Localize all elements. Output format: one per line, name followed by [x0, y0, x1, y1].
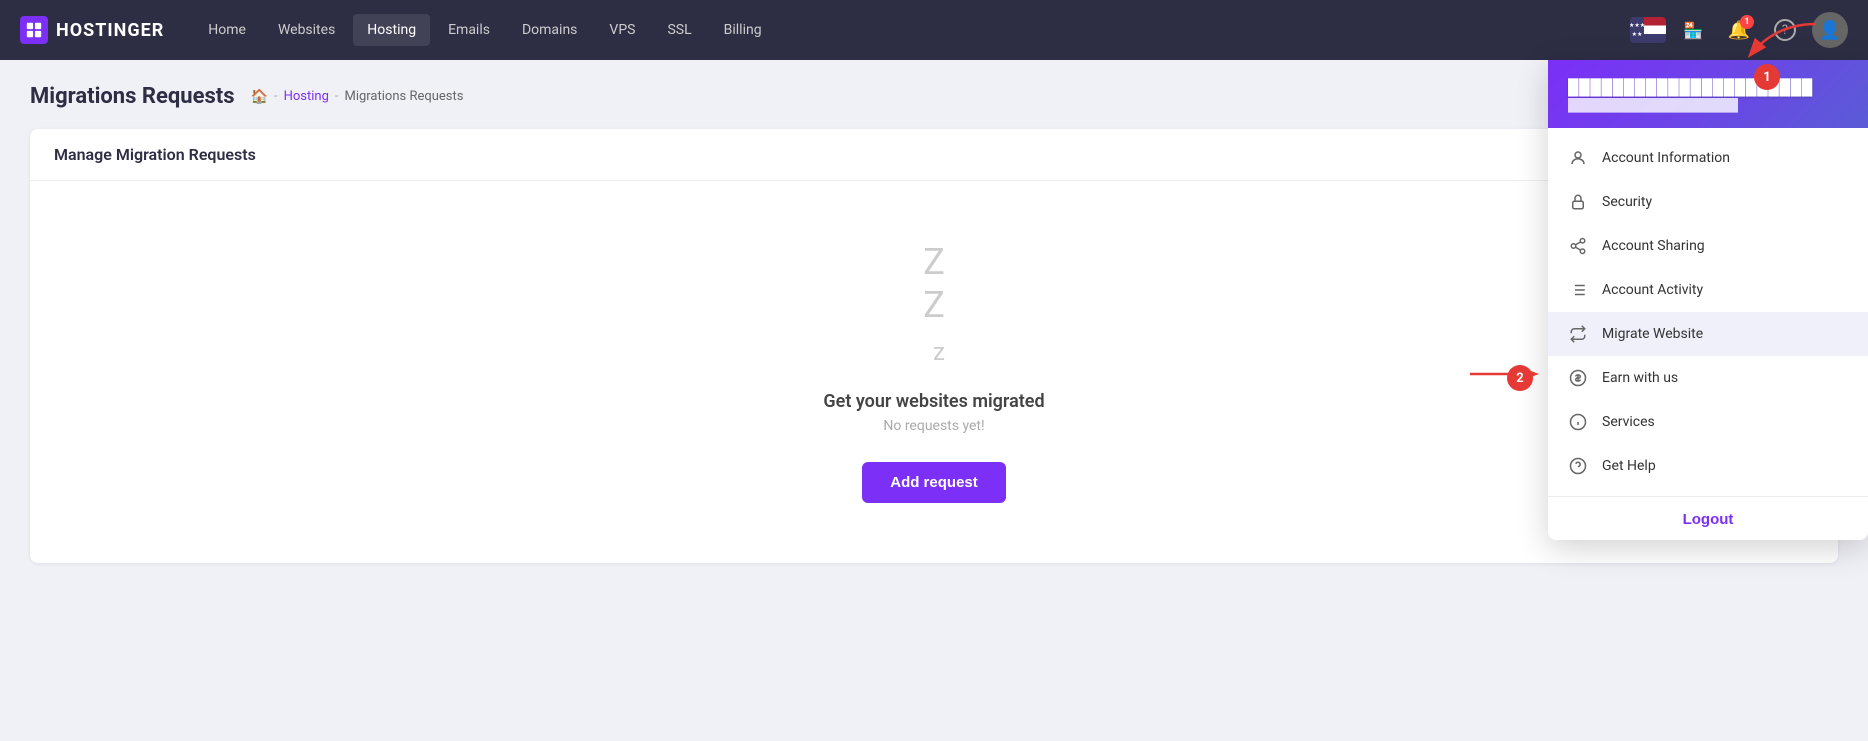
- breadcrumb-current: Migrations Requests: [344, 89, 463, 104]
- menu-item-account-activity[interactable]: Account Activity: [1548, 268, 1868, 312]
- breadcrumb-sep-1: -: [274, 89, 278, 104]
- nav-link-ssl[interactable]: SSL: [653, 14, 705, 46]
- help-circle-icon: [1568, 456, 1588, 476]
- menu-label-earn-with-us: Earn with us: [1602, 370, 1678, 386]
- page-title: Migrations Requests: [30, 84, 235, 109]
- notification-btn[interactable]: 🔔 1: [1720, 11, 1758, 49]
- menu-label-security: Security: [1602, 194, 1652, 210]
- sleep-illustration: ZZz: [923, 241, 945, 371]
- dropdown-menu: Account Information Security Account Sha…: [1548, 128, 1868, 496]
- add-request-button[interactable]: Add request: [862, 462, 1006, 503]
- annotation-badge-1: 1: [1754, 64, 1780, 90]
- list-icon: [1568, 280, 1588, 300]
- menu-label-account-activity: Account Activity: [1602, 282, 1703, 298]
- logo-box: [20, 16, 48, 44]
- notification-count: 1: [1740, 15, 1754, 29]
- nav-links: HomeWebsitesHostingEmailsDomainsVPSSSLBi…: [194, 14, 1630, 46]
- menu-label-get-help: Get Help: [1602, 458, 1656, 474]
- navbar-right: ★★★ ★★ 🏪 🔔 1 ? 👤: [1630, 11, 1848, 49]
- migrate-icon: [1568, 324, 1588, 344]
- menu-item-earn-with-us[interactable]: Earn with us: [1548, 356, 1868, 400]
- nav-link-emails[interactable]: Emails: [434, 14, 504, 46]
- user-avatar-btn[interactable]: 👤: [1812, 12, 1848, 48]
- menu-item-get-help[interactable]: Get Help: [1548, 444, 1868, 488]
- menu-item-security[interactable]: Security: [1548, 180, 1868, 224]
- nav-link-billing[interactable]: Billing: [710, 14, 776, 46]
- dropdown-email: ████████████████████: [1568, 98, 1848, 112]
- dropdown-header: ██████████████████████ █████████████████…: [1548, 60, 1868, 128]
- language-selector[interactable]: ★★★ ★★: [1630, 17, 1666, 43]
- breadcrumb-home-icon[interactable]: 🏠: [251, 89, 268, 105]
- menu-item-migrate-website[interactable]: Migrate Website: [1548, 312, 1868, 356]
- annotation-badge-2: 2: [1507, 365, 1533, 391]
- card-title: Manage Migration Requests: [54, 145, 256, 164]
- brand-name: HOSTINGER: [56, 20, 164, 41]
- store-icon-btn[interactable]: 🏪: [1674, 11, 1712, 49]
- nav-link-domains[interactable]: Domains: [508, 14, 591, 46]
- nav-link-vps[interactable]: VPS: [595, 14, 649, 46]
- nav-link-home[interactable]: Home: [194, 14, 260, 46]
- menu-label-migrate-website: Migrate Website: [1602, 326, 1703, 342]
- user-icon: 👤: [1819, 20, 1841, 41]
- menu-label-services: Services: [1602, 414, 1655, 430]
- breadcrumb-hosting[interactable]: Hosting: [284, 89, 329, 104]
- help-icon: ?: [1774, 19, 1796, 41]
- store-icon: 🏪: [1683, 21, 1703, 40]
- breadcrumb-sep-2: -: [335, 89, 339, 104]
- empty-state-title: Get your websites migrated: [823, 391, 1044, 412]
- logout-button[interactable]: Logout: [1568, 511, 1848, 528]
- breadcrumb: 🏠 - Hosting - Migrations Requests: [251, 89, 464, 105]
- nav-link-hosting[interactable]: Hosting: [353, 14, 430, 46]
- lock-icon: [1568, 192, 1588, 212]
- dollar-icon: [1568, 368, 1588, 388]
- menu-item-services[interactable]: Services: [1548, 400, 1868, 444]
- navbar: HOSTINGER HomeWebsitesHostingEmailsDomai…: [0, 0, 1868, 60]
- person-icon: [1568, 148, 1588, 168]
- menu-label-account-sharing: Account Sharing: [1602, 238, 1705, 254]
- share-icon: [1568, 236, 1588, 256]
- user-dropdown-panel: ██████████████████████ █████████████████…: [1548, 60, 1868, 540]
- dropdown-username: ██████████████████████: [1568, 78, 1848, 96]
- info-icon: [1568, 412, 1588, 432]
- dropdown-footer: Logout: [1548, 496, 1868, 540]
- nav-link-websites[interactable]: Websites: [264, 14, 349, 46]
- menu-label-account-information: Account Information: [1602, 150, 1730, 166]
- help-btn[interactable]: ?: [1766, 11, 1804, 49]
- empty-state-subtitle: No requests yet!: [883, 418, 984, 434]
- menu-item-account-information[interactable]: Account Information: [1548, 136, 1868, 180]
- menu-item-account-sharing[interactable]: Account Sharing: [1548, 224, 1868, 268]
- brand-logo[interactable]: HOSTINGER: [20, 16, 164, 44]
